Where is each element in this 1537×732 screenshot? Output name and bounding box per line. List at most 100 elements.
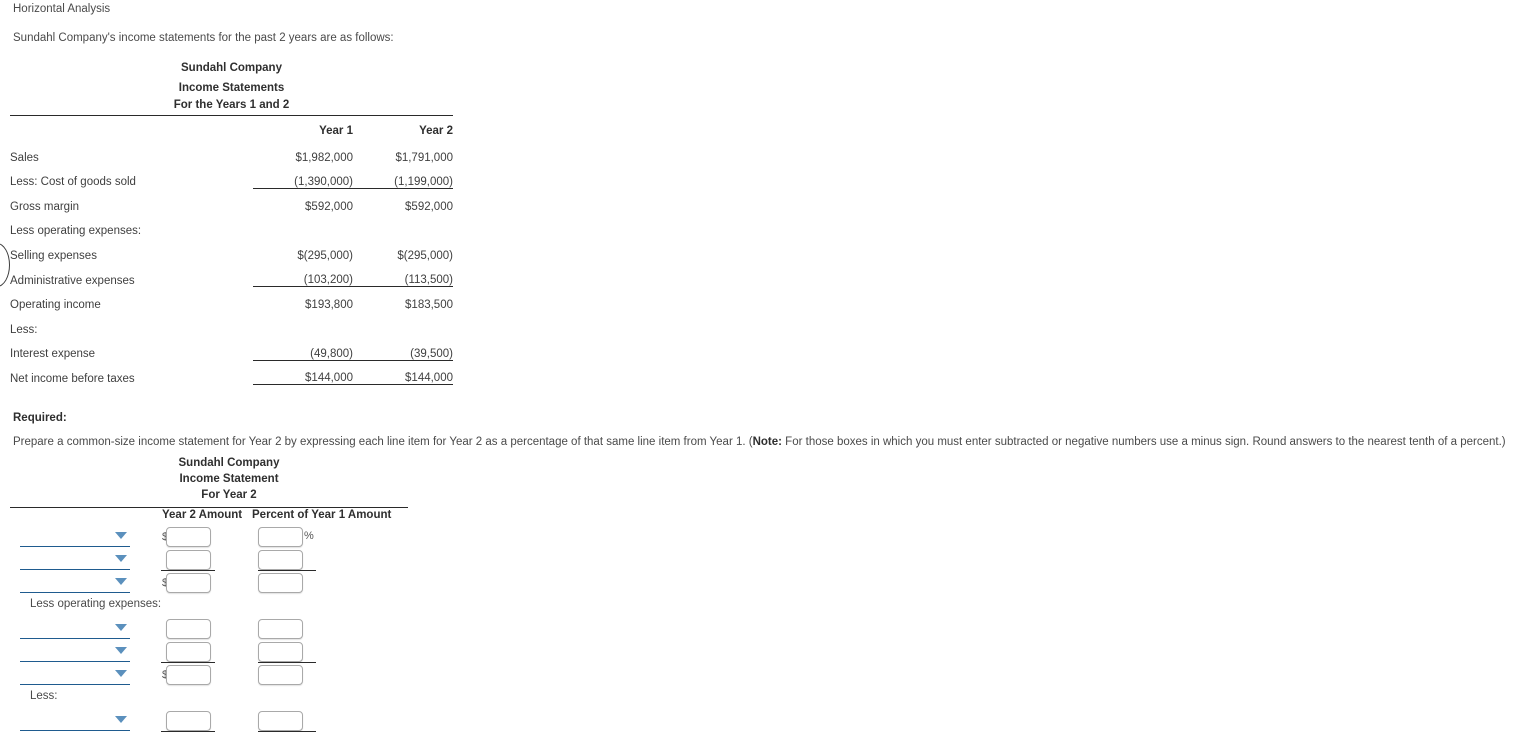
row-value-year2: (1,199,000) bbox=[353, 163, 453, 189]
chevron-down-icon[interactable] bbox=[115, 555, 127, 562]
percent-sign: % bbox=[304, 530, 314, 542]
row-label: Sales bbox=[10, 151, 39, 164]
row-label: Selling expenses bbox=[10, 249, 97, 262]
answer-form-title-line: Income Statement bbox=[179, 473, 279, 485]
entry-row: $% bbox=[10, 526, 410, 549]
answer-form-title-line: For Year 2 bbox=[201, 489, 257, 501]
answer-form-rows: $%$Less operating expenses:$Less:$% bbox=[10, 526, 410, 732]
row-value-year2: (39,500) bbox=[353, 335, 453, 361]
decorative-arc bbox=[0, 243, 10, 287]
statement-title-text: Income Statements bbox=[178, 82, 285, 94]
column-header-year2-amount: Year 2 Amount bbox=[162, 509, 243, 521]
row-value-year1: (1,390,000) bbox=[253, 163, 353, 189]
row-label: Administrative expenses bbox=[10, 274, 135, 287]
chevron-down-icon[interactable] bbox=[115, 670, 127, 677]
subtotal-rule-col2 bbox=[258, 662, 316, 663]
section-label: Less operating expenses: bbox=[30, 598, 162, 610]
table-row: Operating income $193,800 $183,500 bbox=[10, 287, 453, 312]
required-label: Required: bbox=[13, 412, 67, 424]
line-item-dropdown-9[interactable] bbox=[20, 710, 130, 731]
statement-body: Sales $1,982,000 $1,791,000 Less: Cost of g… bbox=[10, 139, 453, 386]
income-statements-table: Sundahl Company Income Statements For the … bbox=[10, 55, 453, 386]
row-value-year1 bbox=[253, 213, 353, 238]
column-header-row: Year 1 Year 2 bbox=[10, 114, 453, 139]
line-item-dropdown-7[interactable] bbox=[20, 664, 130, 685]
subtotal-rule-col2 bbox=[258, 570, 316, 571]
statement-title-line: Sundahl Company bbox=[10, 55, 453, 75]
table-row: Administrative expenses (103,200) (113,500… bbox=[10, 261, 453, 288]
table-row: Sales $1,982,000 $1,791,000 bbox=[10, 139, 453, 164]
year2-amount-input-9[interactable] bbox=[166, 711, 211, 731]
answer-form-title-line: Sundahl Company bbox=[178, 457, 280, 469]
required-instructions: Prepare a common-size income statement f… bbox=[13, 436, 1506, 448]
row-value-year2: $1,791,000 bbox=[395, 151, 453, 164]
line-item-dropdown-5[interactable] bbox=[20, 618, 130, 639]
entry-row bbox=[10, 710, 410, 732]
table-row: Less: Cost of goods sold (1,390,000) (1,19… bbox=[10, 163, 453, 189]
table-row: Interest expense (49,800) (39,500) bbox=[10, 335, 453, 361]
row-value-year1: $144,000 bbox=[253, 360, 353, 386]
row-value-year1: (49,800) bbox=[253, 335, 353, 361]
chevron-down-icon[interactable] bbox=[115, 624, 127, 631]
table-row: Selling expenses $(295,000) $(295,000) bbox=[10, 237, 453, 262]
row-value-year2: $(295,000) bbox=[397, 249, 453, 262]
note-label: Note: bbox=[752, 436, 782, 448]
year2-amount-input-3[interactable] bbox=[166, 573, 211, 593]
row-value-year2: $592,000 bbox=[405, 200, 453, 213]
table-row: Net income before taxes $144,000 $144,000 bbox=[10, 360, 453, 386]
year2-amount-input-2[interactable] bbox=[166, 550, 211, 570]
column-header-blank bbox=[10, 114, 253, 139]
page-title: Horizontal Analysis bbox=[13, 3, 111, 15]
required-text-part-1: Prepare a common-size income statement f… bbox=[13, 436, 753, 448]
row-value-year1: $592,000 bbox=[305, 200, 353, 213]
row-value-year1: $193,800 bbox=[305, 299, 353, 312]
percent-input-3[interactable] bbox=[258, 573, 303, 593]
column-header-year-1: Year 1 bbox=[253, 114, 353, 139]
statement-title-text: Sundahl Company bbox=[181, 62, 282, 74]
percent-input-1[interactable] bbox=[258, 527, 303, 547]
row-label: Gross margin bbox=[10, 200, 80, 213]
chevron-down-icon[interactable] bbox=[115, 578, 127, 585]
row-value-year1 bbox=[253, 311, 353, 336]
subtotal-rule-col1 bbox=[161, 662, 215, 663]
year2-amount-input-5[interactable] bbox=[166, 619, 211, 639]
subtotal-rule-col1 bbox=[161, 570, 215, 571]
section-label-row: Less operating expenses: bbox=[10, 595, 410, 618]
row-value-year2: (113,500) bbox=[353, 261, 453, 288]
answer-form: Sundahl Company Income Statement For Year … bbox=[10, 455, 410, 732]
table-row: Less operating expenses: bbox=[10, 213, 453, 238]
section-label: Less: bbox=[30, 690, 58, 702]
chevron-down-icon[interactable] bbox=[115, 716, 127, 723]
chevron-down-icon[interactable] bbox=[115, 647, 127, 654]
line-item-dropdown-1[interactable] bbox=[20, 526, 130, 547]
chevron-down-icon[interactable] bbox=[115, 532, 127, 539]
year2-amount-input-6[interactable] bbox=[166, 642, 211, 662]
year2-amount-input-1[interactable] bbox=[166, 527, 211, 547]
percent-input-6[interactable] bbox=[258, 642, 303, 662]
row-value-year1: (103,200) bbox=[253, 261, 353, 288]
entry-row bbox=[10, 549, 410, 572]
percent-input-9[interactable] bbox=[258, 711, 303, 731]
percent-input-7[interactable] bbox=[258, 665, 303, 685]
table-row: Gross margin $592,000 $592,000 bbox=[10, 188, 453, 213]
row-label: Less: bbox=[10, 323, 38, 336]
row-label: Interest expense bbox=[10, 348, 96, 361]
statement-header-row: Year 1 Year 2 bbox=[10, 114, 453, 139]
row-value-year1: $(295,000) bbox=[297, 249, 353, 262]
row-value-year1: $1,982,000 bbox=[295, 151, 353, 164]
entry-row bbox=[10, 618, 410, 641]
percent-input-2[interactable] bbox=[258, 550, 303, 570]
entry-row bbox=[10, 641, 410, 664]
row-value-year2: $144,000 bbox=[353, 360, 453, 386]
column-header-percent-of-year1: Percent of Year 1 Amount bbox=[252, 509, 392, 521]
statement-title-text: For the Years 1 and 2 bbox=[173, 98, 290, 111]
row-value-year2 bbox=[353, 213, 453, 238]
line-item-dropdown-6[interactable] bbox=[20, 641, 130, 662]
line-item-dropdown-2[interactable] bbox=[20, 549, 130, 570]
percent-input-5[interactable] bbox=[258, 619, 303, 639]
row-label: Net income before taxes bbox=[10, 372, 135, 385]
year2-amount-input-7[interactable] bbox=[166, 665, 211, 685]
line-item-dropdown-3[interactable] bbox=[20, 572, 130, 593]
required-text-part-2: For those boxes in which you must enter … bbox=[781, 436, 1506, 448]
intro-paragraph: Sundahl Company's income statements for … bbox=[13, 32, 394, 44]
